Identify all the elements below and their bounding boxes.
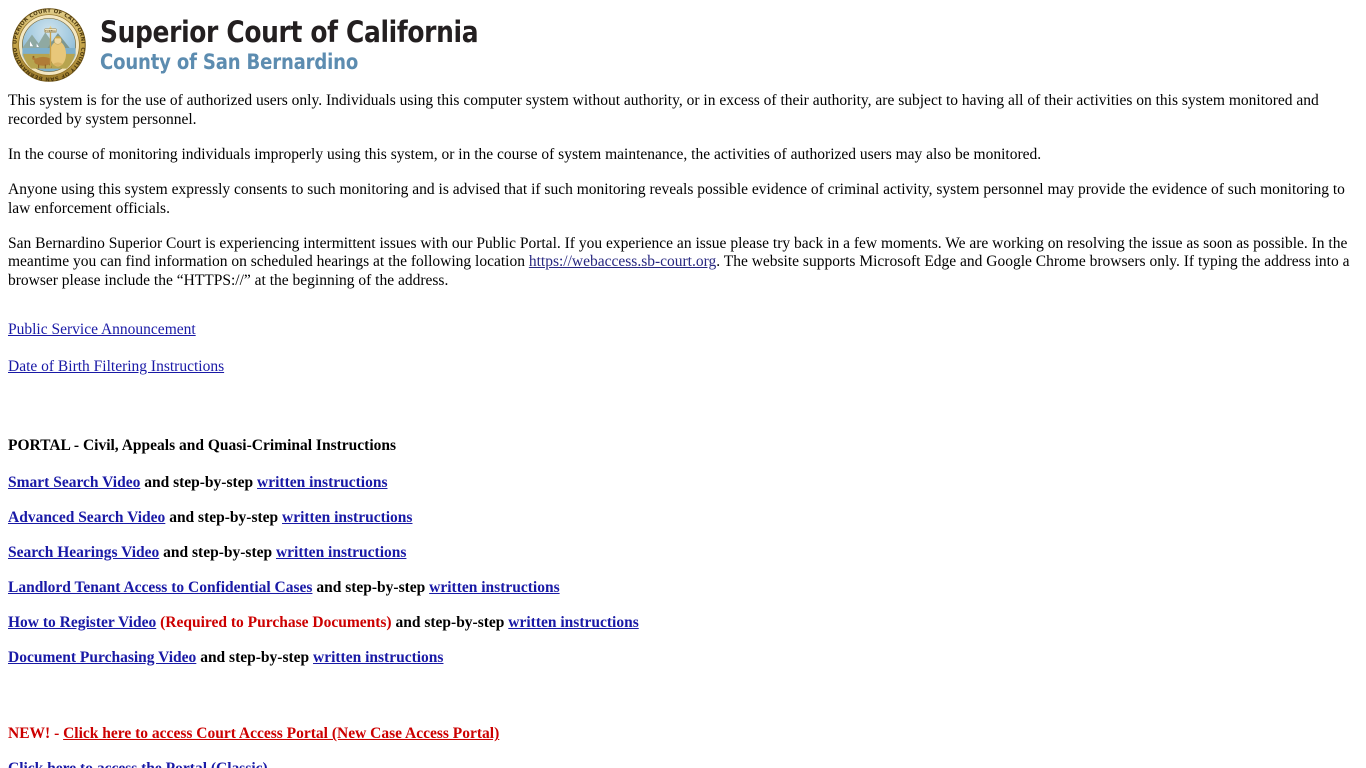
how-to-register-required-note: (Required to Purchase Documents): [156, 613, 392, 631]
advanced-search-written-instructions-link[interactable]: written instructions: [282, 509, 412, 526]
svg-text:EUREKA: EUREKA: [45, 29, 56, 33]
notice-paragraph-3: Anyone using this system expressly conse…: [8, 180, 1345, 217]
portal-instructions-heading: PORTAL - Civil, Appeals and Quasi-Crimin…: [8, 437, 397, 455]
instruction-row: How to Register Video (Required to Purch…: [8, 614, 1358, 633]
how-to-register-written-instructions-link[interactable]: written instructions: [508, 614, 638, 631]
public-service-announcement-link[interactable]: Public Service Announcement: [8, 321, 196, 338]
smart-search-video-link[interactable]: Smart Search Video: [8, 474, 140, 491]
court-name-text: Superior Court of California: [100, 14, 479, 49]
instruction-row: Advanced Search Video and step-by-step w…: [8, 509, 1358, 528]
instruction-row: Document Purchasing Video and step-by-st…: [8, 649, 1358, 668]
notice-paragraph-4: San Bernardino Superior Court is experie…: [8, 235, 1358, 292]
court-logo[interactable]: EUREKA SUPERIOR COURT OF CALIFORNIA COUN…: [10, 4, 540, 82]
notice-paragraph-2: In the course of monitoring individuals …: [8, 145, 1042, 163]
search-hearings-written-instructions-link[interactable]: written instructions: [276, 544, 406, 561]
court-access-portal-link[interactable]: Click here to access Court Access Portal…: [63, 725, 499, 742]
court-seal-icon: EUREKA SUPERIOR COURT OF CALIFORNIA COUN…: [10, 4, 86, 82]
date-of-birth-filtering-instructions-link[interactable]: Date of Birth Filtering Instructions: [8, 358, 224, 375]
landlord-tenant-written-instructions-link[interactable]: written instructions: [429, 579, 559, 596]
document-purchasing-written-instructions-link[interactable]: written instructions: [313, 649, 443, 666]
instruction-row: Smart Search Video and step-by-step writ…: [8, 474, 1358, 493]
search-hearings-video-link[interactable]: Search Hearings Video: [8, 544, 159, 561]
instruction-row: Search Hearings Video and step-by-step w…: [8, 544, 1358, 563]
new-badge: NEW! -: [8, 725, 64, 743]
landlord-tenant-confidential-cases-link[interactable]: Landlord Tenant Access to Confidential C…: [8, 579, 312, 596]
advanced-search-video-link[interactable]: Advanced Search Video: [8, 509, 165, 526]
instruction-connector: and step-by-step: [196, 648, 314, 666]
county-name-text: County of San Bernardino: [100, 49, 359, 74]
classic-portal-link[interactable]: Click here to access the Portal (Classic…: [8, 760, 268, 768]
dob-filtering-line: Date of Birth Filtering Instructions: [8, 358, 1358, 377]
public-service-announcement-line: Public Service Announcement: [8, 321, 1358, 340]
instruction-connector: and step-by-step: [391, 613, 509, 631]
instruction-connector: and step-by-step: [159, 543, 276, 561]
webaccess-url-link[interactable]: https://webaccess.sb-court.org: [529, 253, 716, 270]
court-wordmark: Superior Court of California County of S…: [100, 14, 540, 74]
instruction-connector: and step-by-step: [165, 508, 283, 526]
classic-portal-line: Click here to access the Portal (Classic…: [8, 760, 1358, 768]
page-content: This system is for the use of authorized…: [0, 92, 1366, 768]
instruction-row: Landlord Tenant Access to Confidential C…: [8, 579, 1358, 598]
page-header: EUREKA SUPERIOR COURT OF CALIFORNIA COUN…: [0, 0, 1366, 92]
instruction-connector: and step-by-step: [140, 473, 258, 491]
notice-paragraph-1: This system is for the use of authorized…: [8, 92, 1319, 128]
document-purchasing-video-link[interactable]: Document Purchasing Video: [8, 649, 196, 666]
smart-search-written-instructions-link[interactable]: written instructions: [257, 474, 387, 491]
how-to-register-video-link[interactable]: How to Register Video: [8, 614, 156, 631]
new-court-access-portal-line: NEW! - Click here to access Court Access…: [8, 725, 1358, 744]
instruction-connector: and step-by-step: [312, 578, 430, 596]
